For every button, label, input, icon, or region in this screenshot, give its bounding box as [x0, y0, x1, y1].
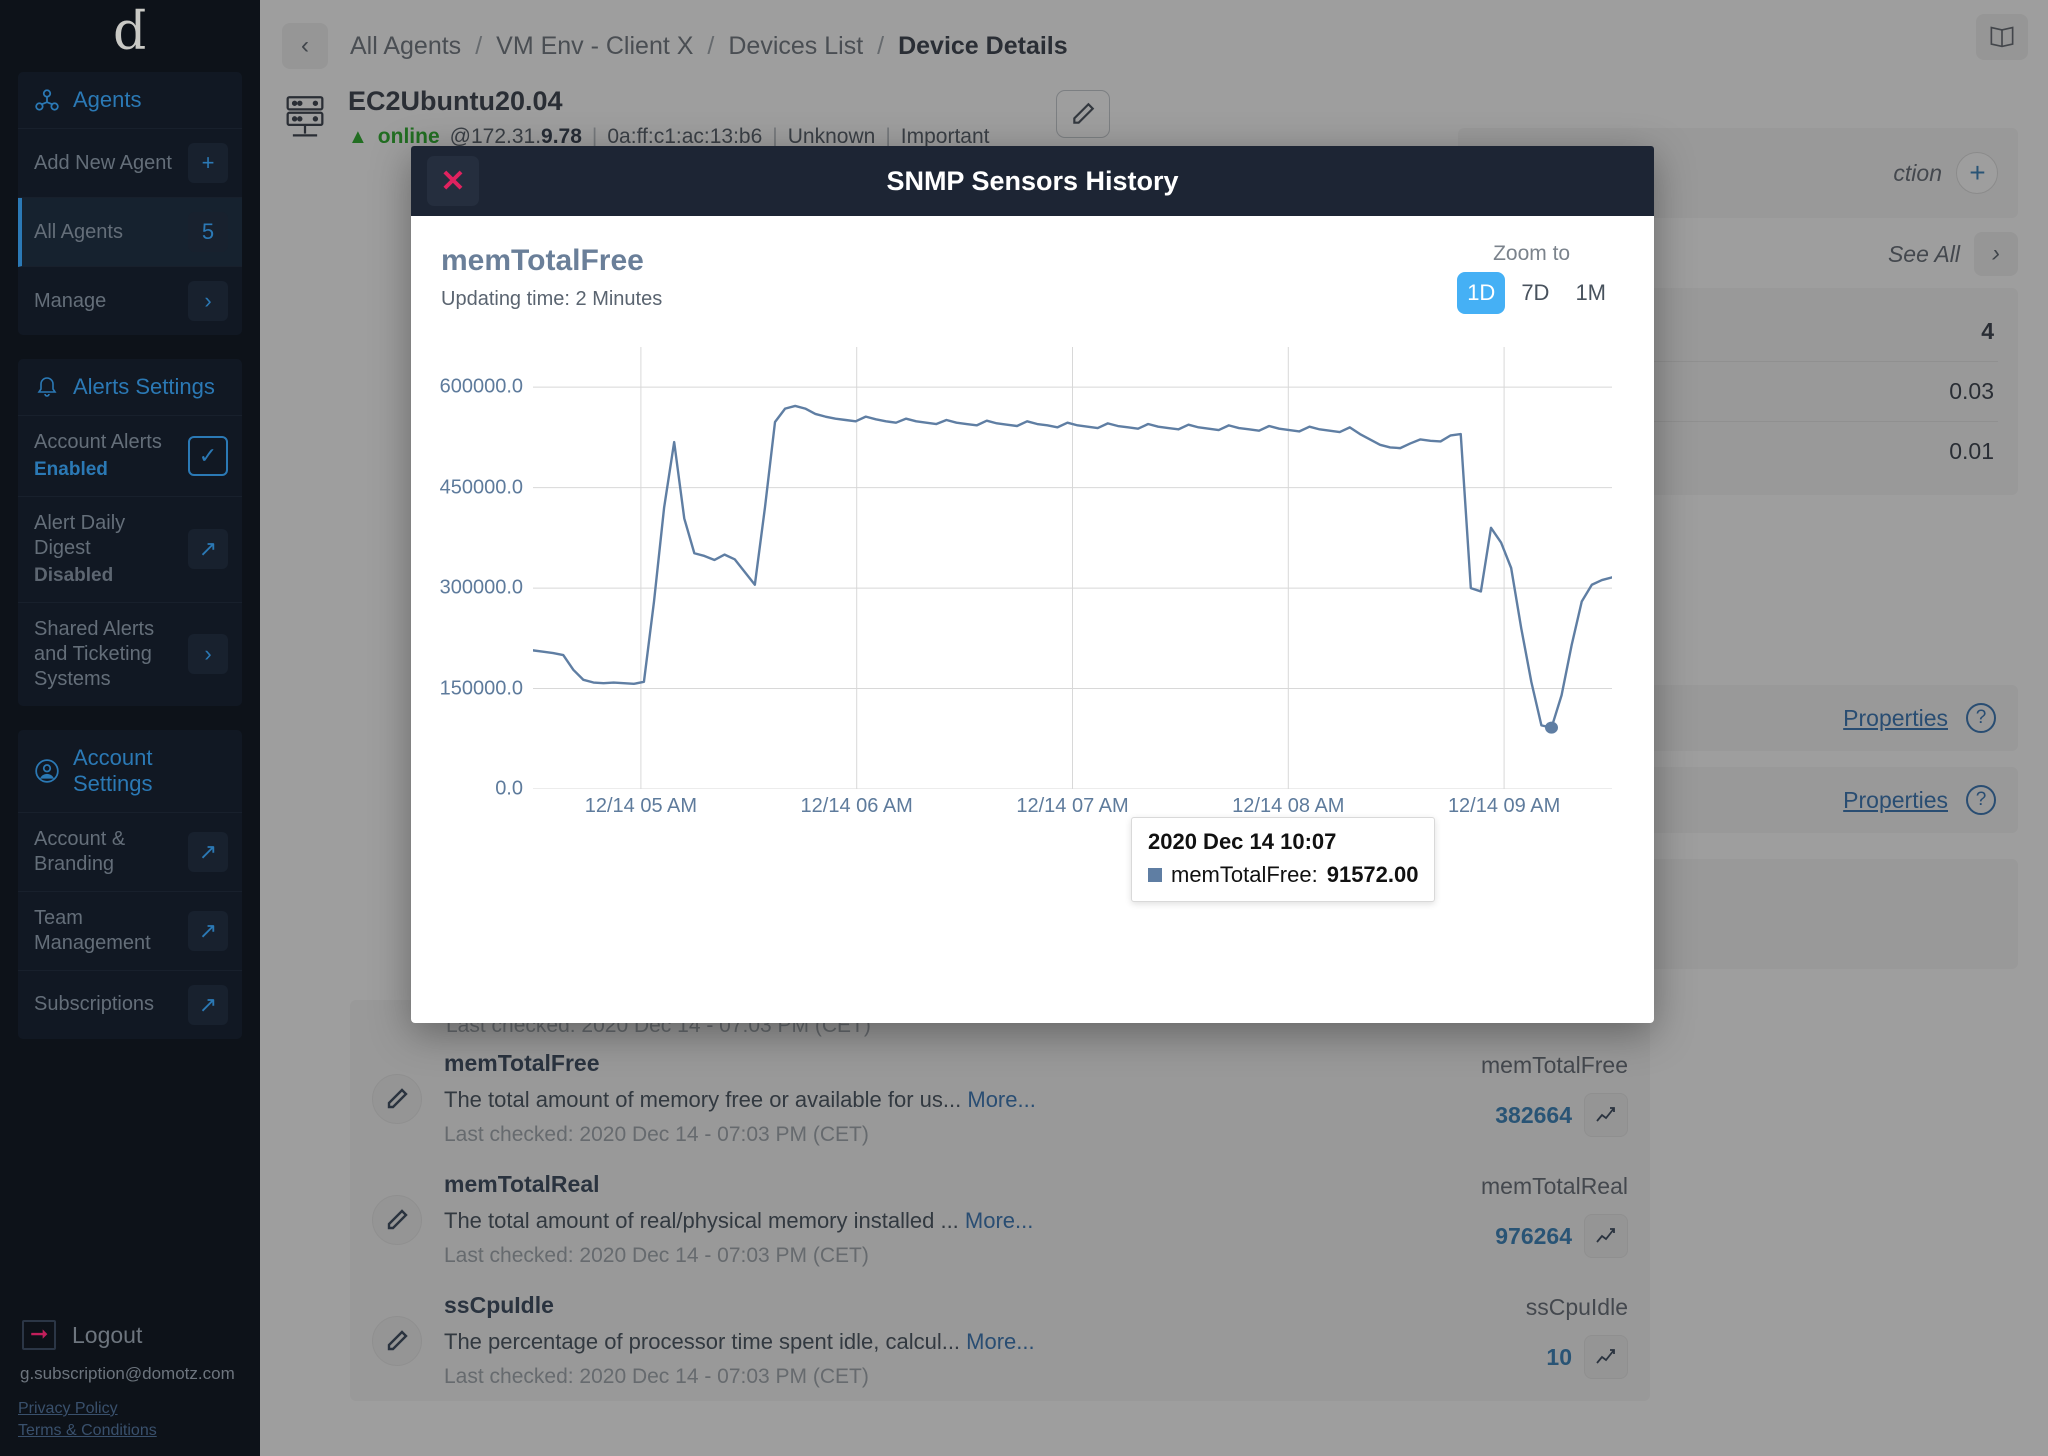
sidebar-item-label: Account Alerts Enabled — [34, 430, 162, 482]
account-alerts-checkbox[interactable]: ✓ — [188, 435, 228, 476]
logout-label: Logout — [72, 1321, 143, 1348]
modal-header: ✕ SNMP Sensors History — [411, 146, 1654, 216]
tooltip-date: 2020 Dec 14 10:07 — [1148, 829, 1337, 854]
sidebar-item-account-settings[interactable]: Account Settings — [18, 730, 242, 813]
tooltip-series-name: memTotalFree: — [1171, 862, 1318, 887]
sidebar-item-alert-daily-digest[interactable]: Alert Daily Digest Disabled ↗ — [18, 497, 242, 603]
tooltip-swatch — [1148, 868, 1162, 882]
chart-x-tick-label: 12/14 08 AM — [1232, 795, 1345, 817]
domotz-logo-icon: b — [113, 2, 147, 62]
chart-sensor-name: memTotalFree — [441, 244, 644, 277]
sidebar-item-label: Manage — [34, 289, 107, 312]
sidebar-group-label: Alerts Settings — [73, 374, 215, 399]
legal-links: Privacy Policy Terms & Conditions — [18, 1398, 242, 1442]
tooltip-value: 91572.00 — [1326, 862, 1419, 887]
external-link-icon[interactable]: ↗ — [188, 529, 228, 570]
logout-button[interactable]: ➞ Logout — [18, 1312, 242, 1360]
chevron-right-icon[interactable]: › — [188, 634, 228, 674]
sidebar-item-label: Account & Branding — [34, 827, 126, 875]
daily-digest-state: Disabled — [34, 564, 114, 586]
account-alerts-title: Account Alerts — [34, 431, 162, 453]
privacy-policy-link[interactable]: Privacy Policy — [18, 1398, 242, 1420]
zoom-button-1d[interactable]: 1D — [1457, 272, 1506, 314]
sidebar-group-label: Account Settings — [73, 744, 153, 796]
chart-updating-time: Updating time: 2 Minutes — [441, 288, 663, 310]
chart-x-tick-label: 12/14 09 AM — [1447, 795, 1561, 817]
bell-icon — [34, 374, 60, 400]
tooltip-series-row: memTotalFree: 91572.00 — [1148, 862, 1418, 888]
zoom-control: Zoom to 1D 7D 1M — [1457, 242, 1616, 314]
sidebar-group-account-settings: Account Settings Account & Branding ↗ Te… — [18, 729, 242, 1039]
add-agent-button[interactable]: + — [188, 143, 228, 183]
sidebar-group-label: Agents — [73, 87, 142, 112]
chart-svg — [533, 347, 1612, 789]
sidebar-item-alerts-settings[interactable]: Alerts Settings — [18, 359, 242, 416]
user-circle-icon — [34, 758, 60, 784]
sidebar-item-label: All Agents — [34, 220, 123, 243]
sidebar-item-label: Subscriptions — [34, 993, 155, 1015]
zoom-button-1m[interactable]: 1M — [1565, 272, 1616, 314]
chart-y-tick-label: 150000.0 — [439, 677, 523, 700]
sidebar-item-agents[interactable]: Agents — [18, 72, 242, 129]
chart-plot-area: 0.0 150000.0 300000.0 450000.0 600000.0 12/1… — [440, 347, 1612, 817]
chart-x-tick-label: 12/14 07 AM — [1016, 795, 1129, 817]
sidebar-item-label: Shared Alerts and Ticketing Systems — [34, 617, 155, 690]
zoom-label: Zoom to — [1493, 242, 1571, 265]
account-email: g.subscription@domotz.com — [20, 1364, 235, 1383]
modal-body: memTotalFree Updating time: 2 Minutes Zo… — [411, 216, 1654, 902]
sidebar-item-label: Alert Daily Digest Disabled — [34, 511, 184, 588]
external-link-icon[interactable]: ↗ — [188, 984, 228, 1025]
chevron-right-icon[interactable]: › — [188, 281, 228, 321]
sidebar-item-shared-alerts[interactable]: Shared Alerts and Ticketing Systems › — [18, 603, 242, 706]
sidebar-item-subscriptions[interactable]: Subscriptions ↗ — [18, 971, 242, 1039]
zoom-buttons: 1D 7D 1M — [1457, 272, 1616, 314]
sidebar-item-account-alerts[interactable]: Account Alerts Enabled ✓ — [18, 416, 242, 497]
chart-y-tick-label: 300000.0 — [439, 576, 523, 599]
zoom-button-7d[interactable]: 7D — [1511, 272, 1559, 314]
sidebar-item-account-branding[interactable]: Account & Branding ↗ — [18, 813, 242, 892]
logout-icon: ➞ — [22, 1320, 56, 1350]
account-alerts-state: Enabled — [34, 459, 108, 480]
app-root: b Agents Add New Agent + All Agents 5 Ma… — [0, 0, 2048, 1456]
agents-icon — [34, 87, 60, 113]
external-link-icon[interactable]: ↗ — [188, 910, 228, 951]
sensor-history-chart: 0.0 150000.0 300000.0 450000.0 600000.0 12/1… — [440, 347, 1624, 902]
sidebar-item-team-management[interactable]: Team Management ↗ — [18, 892, 242, 971]
close-icon[interactable]: ✕ — [427, 156, 479, 206]
sidebar-item-label: Team Management — [34, 906, 151, 954]
all-agents-count-badge: 5 — [188, 212, 228, 252]
snmp-sensors-history-modal: ✕ SNMP Sensors History memTotalFree Upda… — [411, 146, 1654, 1023]
terms-conditions-link[interactable]: Terms & Conditions — [18, 1420, 242, 1442]
external-link-icon[interactable]: ↗ — [188, 831, 228, 872]
daily-digest-title: Alert Daily Digest — [34, 511, 126, 559]
sidebar-group-agents: Agents Add New Agent + All Agents 5 Mana… — [18, 72, 242, 335]
sidebar-item-manage[interactable]: Manage › — [18, 267, 242, 335]
sidebar-item-label: Add New Agent — [34, 151, 172, 174]
sidebar-group-alerts-settings: Alerts Settings Account Alerts Enabled ✓… — [18, 359, 242, 706]
chart-tooltip: 2020 Dec 14 10:07 memTotalFree: 91572.00 — [1131, 817, 1436, 902]
chart-x-tick-label: 12/14 05 AM — [584, 795, 698, 817]
chart-y-tick-label: 0.0 — [495, 777, 523, 800]
chart-x-tick-label: 12/14 06 AM — [800, 795, 913, 817]
app-logo[interactable]: b — [0, 0, 260, 72]
sidebar-item-add-new-agent[interactable]: Add New Agent + — [18, 129, 242, 198]
sidebar: b Agents Add New Agent + All Agents 5 Ma… — [0, 0, 260, 1456]
sidebar-footer: ➞ Logout g.subscription@domotz.com Priva… — [0, 1312, 260, 1456]
chart-y-tick-label: 450000.0 — [439, 476, 523, 499]
modal-title: SNMP Sensors History — [886, 165, 1179, 196]
sidebar-item-all-agents[interactable]: All Agents 5 — [18, 198, 242, 267]
chart-y-tick-label: 600000.0 — [439, 375, 523, 398]
